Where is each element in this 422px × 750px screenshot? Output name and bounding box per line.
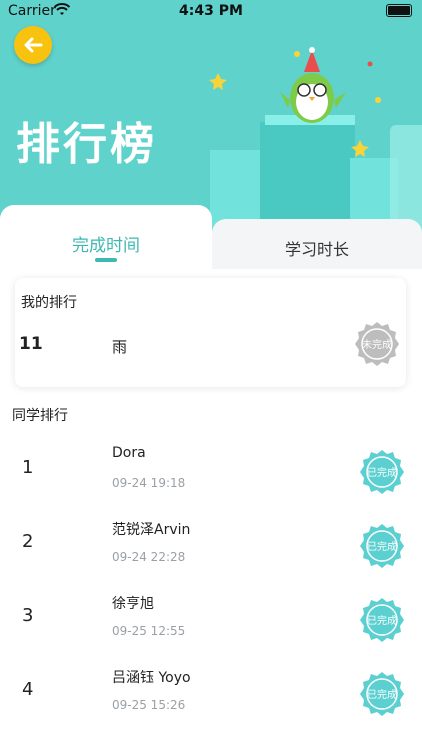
svg-text:已完成: 已完成 <box>367 614 397 627</box>
classmates-section-title: 同学排行 <box>12 408 68 424</box>
status-badge-pending: 未完成 <box>353 320 401 372</box>
page-title: 排行榜 <box>16 119 157 170</box>
clock: 4:43 PM <box>179 3 243 19</box>
ranking-content: 我的排行 11 雨 未完成 同学排行 1 Dora 09-24 19:18 已完… <box>0 269 422 750</box>
status-bar: Carrier 4:43 PM <box>0 0 422 22</box>
tab-completion-time-label: 完成时间 <box>72 236 140 256</box>
svg-text:已完成: 已完成 <box>367 466 397 479</box>
status-badge-done: 已完成 <box>358 522 406 574</box>
row-time: 09-24 19:18 <box>112 476 186 490</box>
row-time: 09-24 22:28 <box>112 550 186 564</box>
svg-text:已完成: 已完成 <box>367 688 397 701</box>
ranking-row[interactable]: 2 范锐泽Arvin 09-24 22:28 已完成 <box>0 509 422 583</box>
my-rank-name: 雨 <box>112 338 128 356</box>
row-rank: 4 <box>22 679 34 700</box>
ranking-row[interactable]: 3 徐亨旭 09-25 12:55 已完成 <box>0 583 422 657</box>
hero-banner: Carrier 4:43 PM 排行榜 <box>0 0 422 240</box>
tab-study-duration[interactable]: 学习时长 <box>212 219 422 269</box>
tab-bar: 完成时间 学习时长 <box>0 205 422 269</box>
status-badge-done: 已完成 <box>358 596 406 648</box>
status-badge-done: 已完成 <box>358 670 406 722</box>
battery-icon <box>386 4 412 17</box>
owl-mascot-icon <box>280 47 346 123</box>
svg-text:未完成: 未完成 <box>362 338 392 351</box>
row-name: 徐亨旭 <box>112 596 154 612</box>
row-rank: 1 <box>22 457 34 478</box>
my-rank-number: 11 <box>19 334 43 354</box>
arrow-left-icon <box>24 37 43 53</box>
row-time: 09-25 15:26 <box>112 698 186 712</box>
my-rank-card: 我的排行 11 雨 未完成 <box>15 278 406 387</box>
row-name: 范锐泽Arvin <box>112 522 191 538</box>
tab-active-indicator <box>95 258 117 262</box>
tab-completion-time[interactable]: 完成时间 <box>0 205 212 269</box>
row-name: 吕涵钰 Yoyo <box>112 670 191 686</box>
row-time: 09-25 12:55 <box>112 624 186 638</box>
ranking-row[interactable]: 1 Dora 09-24 19:18 已完成 <box>0 435 422 509</box>
svg-text:已完成: 已完成 <box>367 540 397 553</box>
status-badge-done: 已完成 <box>358 448 406 500</box>
row-name: Dora <box>112 445 146 461</box>
row-rank: 3 <box>22 605 34 626</box>
row-rank: 2 <box>22 531 34 552</box>
tab-study-duration-label: 学习时长 <box>284 240 349 259</box>
my-rank-title: 我的排行 <box>21 295 77 311</box>
ranking-row[interactable]: 4 吕涵钰 Yoyo 09-25 15:26 已完成 <box>0 657 422 731</box>
back-button[interactable] <box>14 26 52 64</box>
